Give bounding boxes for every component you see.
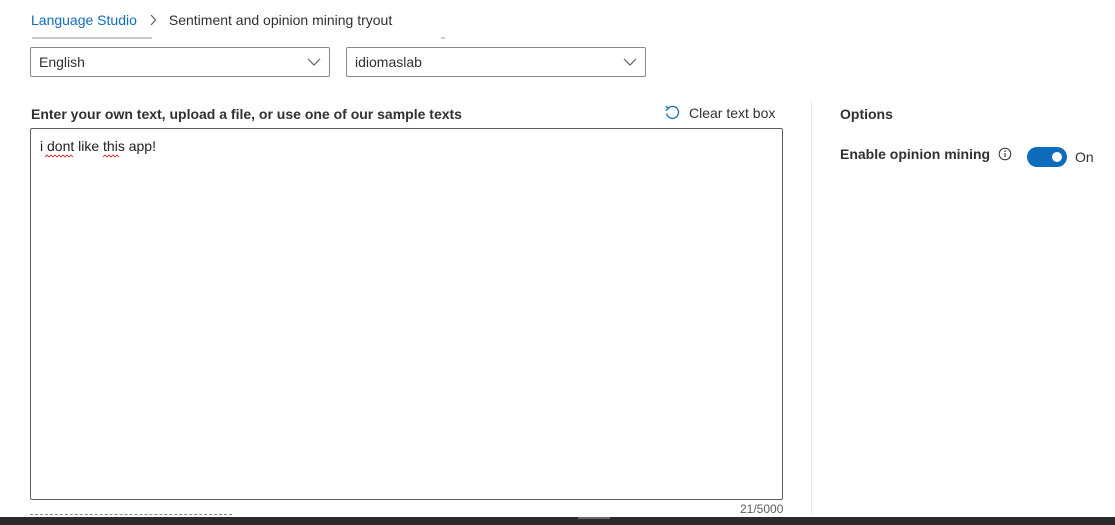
breadcrumb: Language Studio Sentiment and opinion mi…: [31, 12, 392, 28]
character-counter: 21/5000: [740, 502, 784, 516]
info-icon[interactable]: [998, 147, 1012, 161]
breadcrumb-current-page: Sentiment and opinion mining tryout: [168, 12, 393, 28]
bottom-bar: [0, 517, 1115, 525]
clipped-label-resource: [350, 35, 445, 40]
resource-dropdown-value: idiomaslab: [355, 54, 422, 70]
text-input-label: Enter your own text, upload a file, or u…: [31, 106, 462, 122]
bottom-bar-handle: [578, 517, 610, 519]
opinion-mining-option: Enable opinion mining: [840, 146, 1012, 162]
toggle-state-label: On: [1075, 149, 1094, 165]
panel-divider: [811, 100, 812, 515]
chevron-down-icon: [623, 58, 637, 66]
chevron-down-icon: [307, 58, 321, 66]
options-title: Options: [840, 106, 893, 122]
clipped-label-language: [32, 35, 152, 40]
clear-text-box-button[interactable]: Clear text box: [664, 104, 775, 121]
page: Language Studio Sentiment and opinion mi…: [0, 0, 1115, 525]
clear-text-box-label: Clear text box: [689, 104, 776, 121]
opinion-mining-label: Enable opinion mining: [840, 146, 991, 162]
toggle-knob: [1052, 152, 1062, 162]
resource-dropdown[interactable]: idiomaslab: [346, 47, 646, 77]
spellcheck-underline: [45, 154, 120, 158]
text-input-content: i dont like this app!: [40, 138, 156, 154]
text-input-area[interactable]: i dont like this app!: [30, 128, 783, 500]
opinion-mining-toggle[interactable]: [1027, 147, 1067, 167]
undo-icon: [664, 104, 681, 121]
chevron-right-icon: [149, 14, 157, 26]
dashed-divider: [30, 514, 232, 515]
language-dropdown[interactable]: English: [30, 47, 330, 77]
breadcrumb-language-studio-link[interactable]: Language Studio: [31, 12, 137, 28]
language-dropdown-value: English: [39, 54, 85, 70]
